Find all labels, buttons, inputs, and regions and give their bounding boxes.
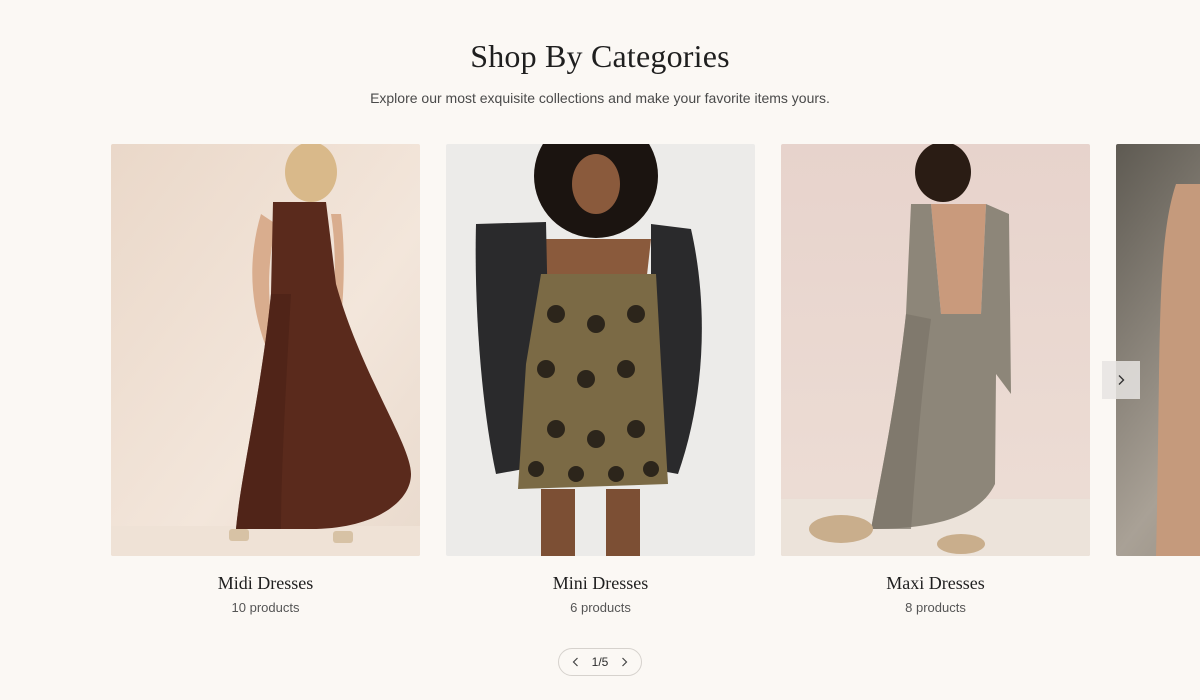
midi-dress-image[interactable] [111, 144, 420, 556]
maxi-dress-image[interactable] [781, 144, 1090, 556]
chevron-right-icon [622, 657, 628, 667]
category-title[interactable]: Mini Dresses [446, 573, 755, 594]
category-card-partial[interactable] [1116, 144, 1200, 556]
pagination-prev-button[interactable] [569, 655, 583, 669]
section-subtitle: Explore our most exquisite collections a… [370, 90, 830, 106]
chevron-right-icon [1118, 375, 1125, 385]
category-product-count: 8 products [905, 600, 966, 615]
category-card-maxi[interactable]: Maxi Dresses 8 products [781, 144, 1090, 615]
chevron-left-icon [572, 657, 578, 667]
category-product-count: 10 products [231, 600, 300, 615]
pagination-counter: 1/5 [591, 655, 609, 669]
category-title[interactable]: Midi Dresses [111, 573, 420, 594]
partial-category-image[interactable] [1116, 144, 1200, 556]
category-card-mini[interactable]: Mini Dresses 6 products [446, 144, 755, 615]
category-title[interactable]: Maxi Dresses [781, 573, 1090, 594]
category-card-midi[interactable]: Midi Dresses 10 products [111, 144, 420, 615]
category-carousel: Midi Dresses 10 products Mini Dresses 6 … [0, 144, 1200, 624]
carousel-next-button[interactable] [1102, 361, 1140, 399]
carousel-pagination: 1/5 [558, 648, 642, 676]
category-product-count: 6 products [570, 600, 631, 615]
mini-dress-image[interactable] [446, 144, 755, 556]
pagination-next-button[interactable] [617, 655, 631, 669]
section-title: Shop By Categories [470, 38, 730, 74]
